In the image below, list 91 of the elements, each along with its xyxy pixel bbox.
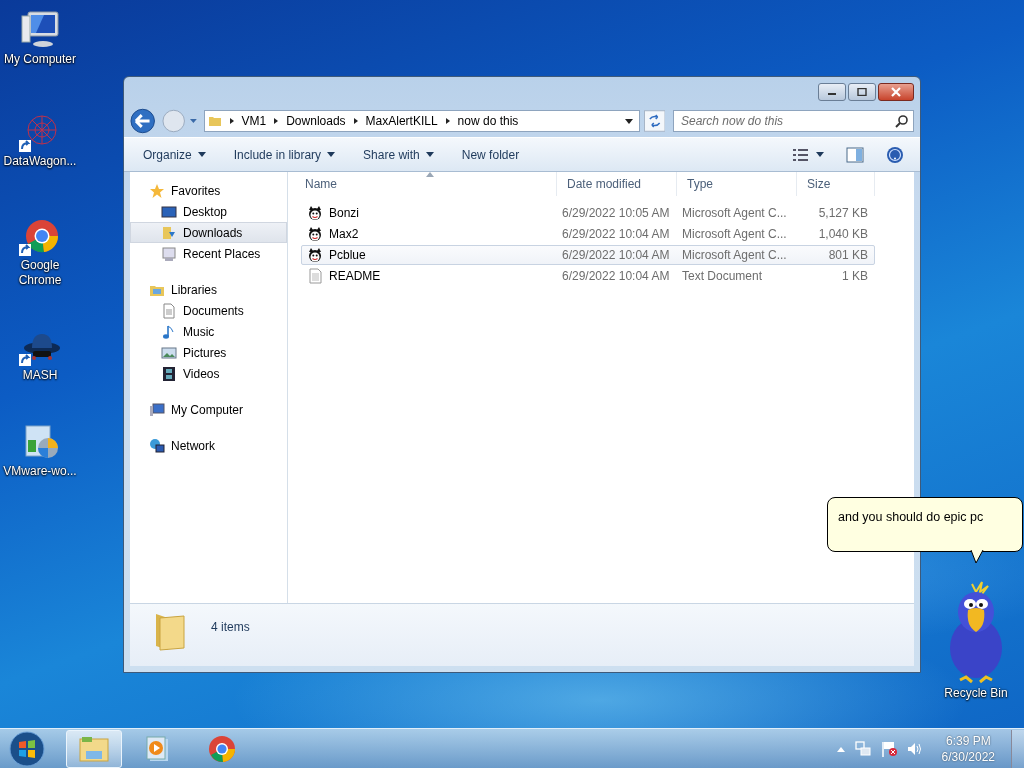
column-header[interactable]: Date modified — [557, 172, 677, 196]
icon-label[interactable]: VMware-wo... — [2, 464, 78, 479]
separator-arrow-icon[interactable] — [352, 117, 359, 125]
item-count: 4 items — [211, 620, 250, 634]
folder-icon — [207, 114, 222, 128]
size-cell-text: 1 KB — [841, 269, 869, 283]
file-name: README — [329, 269, 381, 283]
caret-icon[interactable] — [624, 118, 633, 124]
toolbar-button[interactable]: Include in library — [226, 143, 343, 166]
refresh-button[interactable] — [643, 110, 665, 132]
breadcrumb-item[interactable]: MaxAlertKILL — [365, 114, 438, 128]
face-icon — [307, 226, 323, 242]
view-list-icon[interactable] — [792, 147, 810, 162]
text-file-icon — [307, 268, 323, 284]
separator-arrow-icon[interactable] — [228, 117, 235, 125]
file-name: Max2 — [329, 227, 359, 241]
separator-arrow-icon[interactable] — [444, 117, 451, 125]
history-caret-icon[interactable] — [188, 118, 198, 124]
maximize-icon — [857, 88, 867, 96]
type-cell-text: Text Document — [681, 269, 764, 283]
speech-text: and you should do epic pc — [838, 510, 984, 524]
separator-arrow-icon[interactable] — [273, 117, 280, 125]
caret-icon[interactable] — [816, 152, 824, 157]
date-cell-text: 6/29/2022 10:04 AM — [561, 227, 671, 241]
caret-icon — [197, 152, 206, 157]
nav-item[interactable]: Documents — [130, 300, 287, 321]
breadcrumb-item[interactable]: Downloads — [286, 114, 346, 128]
file-row[interactable]: Pcblue 6/29/2022 10:04 AM Microsoft Agent C... 801 KB — [301, 245, 875, 265]
nav-item[interactable]: Videos — [130, 363, 287, 384]
nav-item[interactable]: Recent Places — [130, 243, 287, 264]
file-name: Pcblue — [329, 248, 366, 262]
doc-icon — [161, 302, 177, 319]
breadcrumb-item[interactable]: VM1 — [241, 114, 267, 128]
search-field[interactable]: Search now do this — [673, 110, 914, 132]
date-cell-text: 6/29/2022 10:04 AM — [561, 269, 671, 283]
icon-label[interactable]: MASH — [2, 368, 78, 383]
caret-icon — [425, 152, 434, 157]
pictures-icon — [161, 344, 177, 361]
nav-item[interactable]: Desktop — [130, 201, 287, 222]
icon-label[interactable]: Recycle Bin — [940, 686, 1012, 700]
face-icon — [307, 205, 323, 221]
type-cell-text: Microsoft Agent C... — [681, 227, 788, 241]
network-icon — [149, 437, 165, 454]
size-cell-text: 1,040 KB — [817, 227, 869, 241]
column-header[interactable]: Type — [677, 172, 797, 196]
close-button[interactable] — [878, 83, 914, 101]
column-header[interactable]: Size — [797, 172, 875, 196]
file-row[interactable]: README 6/29/2022 10:04 AM Text Document 1 KB — [301, 266, 875, 286]
flag-icon[interactable] — [879, 739, 898, 758]
downloads-icon — [161, 224, 177, 241]
type-cell-text: Microsoft Agent C... — [681, 206, 788, 220]
folder-icon — [78, 734, 110, 763]
close-icon — [890, 87, 902, 97]
date-cell-text: 6/29/2022 10:05 AM — [561, 206, 671, 220]
address-bar[interactable]: VM1 Downloads MaxAlertKILL now do this — [203, 110, 640, 132]
file-row[interactable]: Bonzi 6/29/2022 10:05 AM Microsoft Agent C... 5,127 KB — [301, 203, 875, 223]
type-cell-text: Microsoft Agent C... — [681, 248, 788, 262]
file-name: Bonzi — [329, 206, 360, 220]
icon-label[interactable]: Google Chrome — [2, 258, 78, 288]
face-icon — [307, 247, 323, 263]
nav-item[interactable]: Music — [130, 321, 287, 342]
nav-item[interactable]: My Computer — [130, 399, 287, 420]
toolbar-button[interactable]: New folder — [454, 143, 527, 166]
file-row[interactable]: Max2 6/29/2022 10:04 AM Microsoft Agent C... 1,040 KB — [301, 224, 875, 244]
date-cell-text: 6/29/2022 10:04 AM — [561, 248, 671, 262]
breadcrumb-item[interactable]: now do this — [457, 114, 519, 128]
nav-item[interactable]: Favorites — [130, 180, 287, 201]
minimize-button[interactable] — [818, 83, 846, 101]
recent-icon — [161, 245, 177, 262]
nav-item[interactable]: Pictures — [130, 342, 287, 363]
size-cell-text: 801 KB — [827, 248, 869, 262]
size-cell-text: 5,127 KB — [817, 206, 869, 220]
chrome-icon — [207, 733, 237, 764]
desktop-icon — [161, 203, 177, 220]
sort-arrow-icon — [425, 172, 434, 177]
nav-item[interactable]: Downloads — [130, 222, 287, 243]
icon-label[interactable]: DataWagon... — [2, 154, 78, 169]
help-icon[interactable] — [886, 145, 904, 164]
nav-item[interactable]: Libraries — [130, 279, 287, 300]
column-header[interactable]: Name — [295, 172, 557, 196]
star-icon — [149, 182, 165, 199]
icon-label[interactable]: My Computer — [2, 52, 78, 67]
start-button[interactable] — [6, 729, 48, 768]
nav-item[interactable]: Network — [130, 435, 287, 456]
search-icon — [895, 114, 909, 128]
computer-icon — [149, 401, 165, 418]
caret-icon — [327, 152, 336, 157]
toolbar-button[interactable]: Share with — [356, 143, 441, 166]
toolbar-button[interactable]: Organize — [136, 143, 213, 166]
maximize-button[interactable] — [848, 83, 876, 101]
videos-icon — [161, 365, 177, 382]
